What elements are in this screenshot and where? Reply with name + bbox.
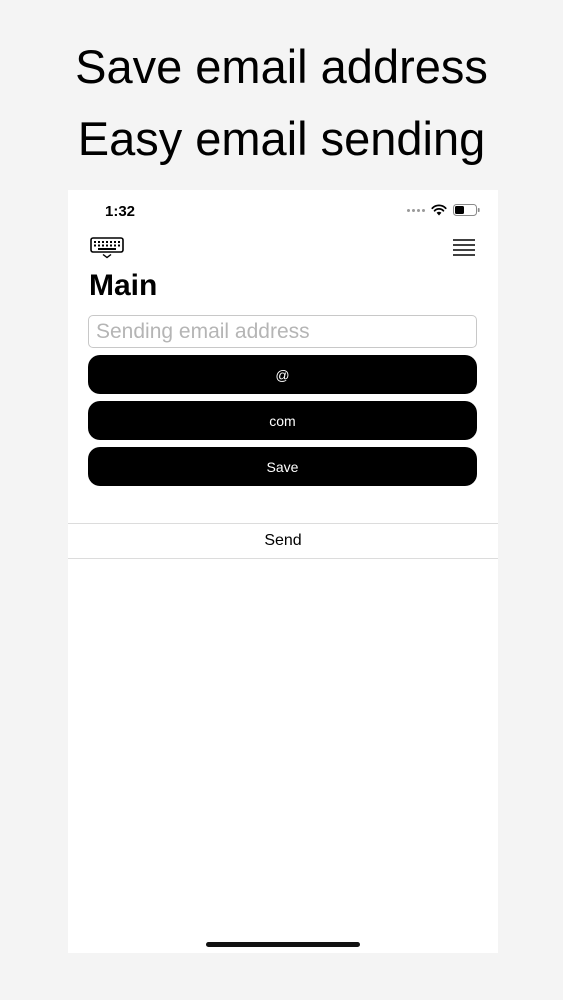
status-time: 1:32 xyxy=(105,203,136,220)
wifi-icon xyxy=(431,204,447,216)
app-screen: 1:32 Main Sending email address @ com Sa… xyxy=(68,190,498,953)
promo-headline-1: Save email address xyxy=(75,40,488,93)
status-indicators xyxy=(407,204,481,216)
email-address-input[interactable] xyxy=(88,315,477,348)
page-title: Main xyxy=(89,269,158,302)
promo-page: Save email address Easy email sending 1:… xyxy=(0,0,563,1000)
save-button[interactable]: Save xyxy=(88,447,477,486)
promo-headline-2: Easy email sending xyxy=(77,112,486,165)
send-button[interactable]: Send xyxy=(68,523,498,559)
menu-icon[interactable] xyxy=(452,238,476,256)
insert-at-button[interactable]: @ xyxy=(88,355,477,394)
battery-icon xyxy=(453,204,480,216)
insert-com-button[interactable]: com xyxy=(88,401,477,440)
home-indicator[interactable] xyxy=(206,942,360,947)
keyboard-icon[interactable] xyxy=(90,237,124,259)
signal-icon xyxy=(407,208,425,212)
